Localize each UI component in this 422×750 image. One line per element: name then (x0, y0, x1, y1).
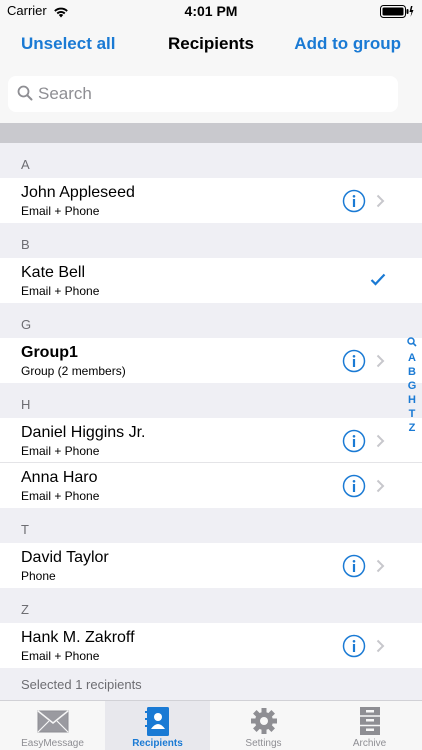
recipient-detail: Email + Phone (21, 204, 100, 218)
chevron-right-icon (376, 639, 385, 658)
group-detail: Group (2 members) (21, 364, 126, 378)
navigation-bar: Unselect all Recipients Add to group (0, 22, 422, 66)
section-letter: T (21, 522, 29, 537)
tab-recipients[interactable]: Recipients (105, 701, 210, 750)
section-header-z: Z (0, 588, 422, 623)
filing-cabinet-icon (354, 706, 386, 741)
info-icon[interactable] (342, 429, 366, 458)
tab-label: Settings (245, 738, 282, 749)
recipient-name: Anna Haro (21, 469, 98, 486)
recipient-name: David Taylor (21, 549, 109, 566)
gear-icon (248, 706, 280, 741)
section-letter: A (21, 157, 30, 172)
selection-summary: Selected 1 recipients (0, 668, 422, 703)
chevron-right-icon (376, 434, 385, 453)
recipient-detail: Email + Phone (21, 284, 100, 298)
info-icon[interactable] (342, 554, 366, 583)
search-box[interactable] (8, 76, 398, 112)
info-icon[interactable] (342, 474, 366, 503)
index-letter[interactable]: T (406, 407, 418, 421)
recipient-name: Daniel Higgins Jr. (21, 424, 146, 441)
index-letter[interactable]: B (406, 365, 418, 379)
info-icon[interactable] (342, 634, 366, 663)
info-icon[interactable] (342, 189, 366, 218)
chevron-right-icon (376, 354, 385, 373)
tab-settings[interactable]: Settings (211, 701, 316, 750)
index-letter[interactable]: A (406, 351, 418, 365)
add-to-group-button[interactable]: Add to group (294, 34, 401, 54)
recipient-name: John Appleseed (21, 184, 135, 201)
clock-time: 4:01 PM (184, 3, 238, 19)
tab-bar: EasyMessage Recipients Settings Archive (0, 700, 422, 750)
tab-label: Recipients (132, 738, 183, 749)
section-letter: G (21, 317, 32, 332)
recipient-detail: Phone (21, 569, 56, 583)
recipient-name: Hank M. Zakroff (21, 629, 135, 646)
section-header-t: T (0, 508, 422, 543)
battery-icon (380, 5, 414, 23)
info-icon[interactable] (342, 349, 366, 378)
tab-label: EasyMessage (21, 738, 84, 749)
group-name: Group1 (21, 344, 78, 361)
search-area (0, 66, 422, 123)
recipient-name: Kate Bell (21, 264, 86, 281)
list-item[interactable]: Kate Bell Email + Phone (0, 258, 422, 303)
recipient-detail: Email + Phone (21, 489, 100, 503)
tab-easymessage[interactable]: EasyMessage (0, 701, 105, 750)
checkmark-icon (370, 273, 386, 291)
index-letter[interactable]: H (406, 393, 418, 407)
chevron-right-icon (376, 479, 385, 498)
list-item[interactable]: Hank M. Zakroff Email + Phone (0, 623, 422, 668)
chevron-right-icon (376, 194, 385, 213)
section-letter: B (21, 237, 30, 252)
tab-archive[interactable]: Archive (317, 701, 422, 750)
envelope-icon (37, 706, 69, 741)
search-input[interactable] (38, 76, 388, 112)
index-letter[interactable]: G (406, 379, 418, 393)
tab-label: Archive (352, 738, 387, 749)
recipient-detail: Email + Phone (21, 649, 100, 663)
recipient-detail: Email + Phone (21, 444, 100, 458)
index-letter[interactable]: Z (406, 421, 418, 435)
section-header-h: H (0, 383, 422, 418)
selection-count-label: Selected 1 recipients (21, 677, 142, 692)
list-item[interactable]: Daniel Higgins Jr. Email + Phone (0, 418, 422, 463)
section-index-bar[interactable]: A B G H T Z (406, 337, 418, 435)
section-header-b: B (0, 223, 422, 258)
search-icon (17, 85, 33, 106)
list-item[interactable]: David Taylor Phone (0, 543, 422, 588)
list-item[interactable]: Group1 Group (2 members) (0, 338, 422, 383)
search-divider (0, 123, 422, 143)
section-header-a: A (0, 143, 422, 178)
section-letter: Z (21, 602, 29, 617)
chevron-right-icon (376, 559, 385, 578)
section-letter: H (21, 397, 31, 412)
index-search-icon[interactable] (406, 337, 418, 351)
recipients-list: A John Appleseed Email + Phone B Kate Be… (0, 143, 422, 703)
section-header-g: G (0, 303, 422, 338)
status-bar: Carrier 4:01 PM (0, 0, 422, 22)
list-item[interactable]: John Appleseed Email + Phone (0, 178, 422, 223)
contacts-book-icon (142, 706, 174, 741)
list-item[interactable]: Anna Haro Email + Phone (0, 463, 422, 508)
